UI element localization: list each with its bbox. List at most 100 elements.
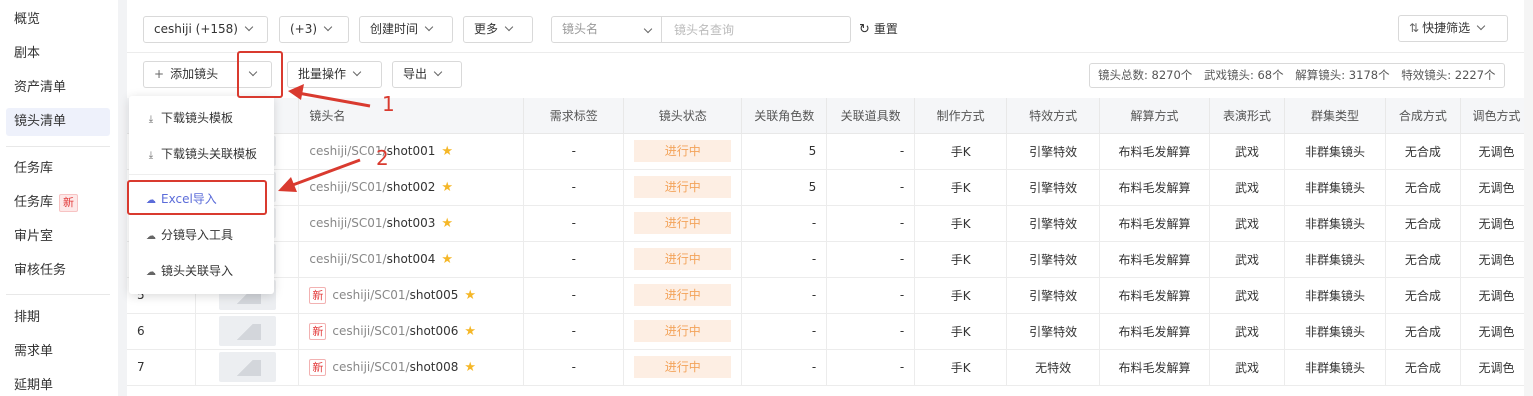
search-field-select[interactable]: 镜头名 bbox=[552, 17, 662, 42]
status-badge: 进行中 bbox=[634, 212, 732, 234]
roles-cell: - bbox=[741, 205, 828, 242]
batch-ops-button[interactable]: 批量操作 bbox=[287, 61, 382, 88]
export-label: 导出 bbox=[403, 67, 428, 81]
header-comp[interactable]: 合成方式 bbox=[1385, 98, 1461, 134]
quick-filter-button[interactable]: ⇅ 快捷筛选 bbox=[1398, 15, 1508, 42]
solve-cell: 布料毛发解算 bbox=[1099, 277, 1211, 314]
perform-cell: 武戏 bbox=[1209, 241, 1285, 278]
star-icon[interactable]: ★ bbox=[441, 252, 453, 267]
table-row[interactable]: ceshiji/SC01/shot004 ★ - 进行中 - - 手K 引擎特效 布料毛发解算武… bbox=[127, 241, 1533, 278]
header-status[interactable]: 镜头状态 bbox=[623, 98, 743, 134]
tag-cell: - bbox=[523, 205, 625, 242]
sidebar-item-shots[interactable]: 镜头清单 bbox=[6, 108, 110, 136]
solve-cell: 布料毛发解算 bbox=[1099, 241, 1211, 278]
shot-name: shot002 bbox=[386, 179, 436, 194]
stat-total: 镜头总数: 8270个 bbox=[1098, 68, 1193, 82]
header-fx[interactable]: 特效方式 bbox=[1006, 98, 1101, 134]
sidebar-item-tasks-new[interactable]: 任务库新 bbox=[6, 189, 110, 217]
status-badge: 进行中 bbox=[634, 284, 732, 306]
header-props[interactable]: 关联道具数 bbox=[826, 98, 916, 134]
star-icon[interactable]: ★ bbox=[464, 324, 476, 339]
plus-icon: + bbox=[154, 67, 165, 81]
star-icon[interactable]: ★ bbox=[441, 144, 453, 159]
search-input[interactable] bbox=[662, 17, 850, 42]
star-icon[interactable]: ★ bbox=[441, 216, 453, 231]
shot-name-cell[interactable]: 新 ceshiji/SC01/shot006 ★ bbox=[298, 313, 525, 350]
more-filter[interactable]: 更多 bbox=[463, 16, 533, 43]
header-make[interactable]: 制作方式 bbox=[914, 98, 1008, 134]
header-shot-name[interactable]: 镜头名 bbox=[298, 98, 525, 134]
props-cell: - bbox=[826, 169, 916, 206]
created-time-filter[interactable]: 创建时间 bbox=[359, 16, 453, 43]
shot-name-cell[interactable]: 新 ceshiji/SC01/shot005 ★ bbox=[298, 277, 525, 314]
menu-item-relation-import[interactable]: ☁ 镜头关联导入 bbox=[129, 256, 274, 286]
menu-item-label: 下载镜头关联模板 bbox=[161, 147, 258, 161]
image-placeholder-icon[interactable] bbox=[218, 352, 276, 382]
table-row[interactable]: ceshiji/SC01/shot001 ★ - 进行中 5- 手K 引擎特效 布料毛发解算武… bbox=[127, 133, 1533, 170]
add-shot-button[interactable]: + 添加镜头 bbox=[143, 61, 237, 88]
header-color[interactable]: 调色方式 bbox=[1460, 98, 1533, 134]
table-row[interactable]: ceshiji/SC01/shot002 ★ - 进行中 5- 手K 引擎特效 布料毛发解算武… bbox=[127, 169, 1533, 206]
chevron-down-icon bbox=[433, 67, 443, 77]
crowd-cell: 非群集镜头 bbox=[1284, 313, 1386, 350]
sidebar-item-review-room[interactable]: 审片室 bbox=[6, 223, 110, 251]
tag-cell: - bbox=[523, 349, 625, 386]
menu-item-download-relation-template[interactable]: ⤓ 下载镜头关联模板 bbox=[129, 139, 274, 169]
thumbnail-cell bbox=[195, 313, 300, 350]
shot-name-cell[interactable]: ceshiji/SC01/shot004 ★ bbox=[298, 241, 525, 278]
stat-fight: 武戏镜头: 68个 bbox=[1203, 68, 1284, 82]
table-row[interactable]: 5 新 ceshiji/SC01/shot005 ★ - 进行中 - - 手K 引擎特效 布料毛发解… bbox=[127, 277, 1533, 314]
star-icon[interactable]: ★ bbox=[441, 180, 453, 195]
crowd-cell: 非群集镜头 bbox=[1284, 169, 1386, 206]
image-placeholder-icon[interactable] bbox=[218, 316, 276, 346]
sidebar-item-overview[interactable]: 概览 bbox=[6, 6, 110, 34]
shot-path: ceshiji/SC01/ bbox=[332, 287, 410, 302]
fx-cell: 引擎特效 bbox=[1006, 169, 1101, 206]
menu-item-download-template[interactable]: ⤓ 下载镜头模板 bbox=[129, 103, 274, 133]
shot-name-cell[interactable]: ceshiji/SC01/shot003 ★ bbox=[298, 205, 525, 242]
export-button[interactable]: 导出 bbox=[392, 61, 462, 88]
crowd-cell: 非群集镜头 bbox=[1284, 133, 1386, 170]
table-header-row: 镜头名 需求标签 镜头状态 关联角色数 关联道具数 制作方式 特效方式 解算方式… bbox=[127, 98, 1533, 134]
reset-label: 重置 bbox=[873, 22, 898, 36]
table-row[interactable]: ceshiji/SC01/shot003 ★ - 进行中 - - 手K 引擎特效 布料毛发解算武… bbox=[127, 205, 1533, 242]
cloud-upload-icon: ☁ bbox=[146, 267, 156, 278]
extra-filter-label: (+3) bbox=[290, 22, 318, 36]
sidebar-item-requests[interactable]: 需求单 bbox=[6, 338, 110, 366]
sidebar-item-tasks[interactable]: 任务库 bbox=[6, 155, 110, 183]
scrollbar[interactable] bbox=[1524, 0, 1533, 396]
reset-button[interactable]: ↻ 重置 bbox=[859, 16, 898, 43]
sidebar-item-assets[interactable]: 资产清单 bbox=[6, 74, 110, 102]
tag-cell: - bbox=[523, 241, 625, 278]
header-roles[interactable]: 关联角色数 bbox=[741, 98, 828, 134]
make-cell: 手K bbox=[914, 349, 1008, 386]
tag-cell: - bbox=[523, 133, 625, 170]
table-row[interactable]: 6 新 ceshiji/SC01/shot006 ★ - 进行中 - - 手K 引擎特效 布料毛发解… bbox=[127, 313, 1533, 350]
sidebar-item-script[interactable]: 剧本 bbox=[6, 40, 110, 68]
shot-name-cell[interactable]: ceshiji/SC01/shot002 ★ bbox=[298, 169, 525, 206]
sidebar-item-delays[interactable]: 延期单 bbox=[6, 372, 110, 396]
tag-cell: - bbox=[523, 277, 625, 314]
shot-name-cell[interactable]: ceshiji/SC01/shot001 ★ bbox=[298, 133, 525, 170]
solve-cell: 布料毛发解算 bbox=[1099, 349, 1211, 386]
sidebar-item-review-tasks[interactable]: 审核任务 bbox=[6, 257, 110, 285]
star-icon[interactable]: ★ bbox=[464, 288, 476, 303]
table-row[interactable]: 7 新 ceshiji/SC01/shot008 ★ - 进行中 - - 手K 无特效 布料毛发解算… bbox=[127, 349, 1533, 386]
extra-filter[interactable]: (+3) bbox=[279, 16, 349, 43]
header-crowd[interactable]: 群集类型 bbox=[1284, 98, 1386, 134]
sidebar-item-schedule[interactable]: 排期 bbox=[6, 304, 110, 332]
annotation-number-1: 1 bbox=[382, 92, 395, 116]
header-perform[interactable]: 表演形式 bbox=[1209, 98, 1285, 134]
tag-cell: - bbox=[523, 169, 625, 206]
fx-cell: 引擎特效 bbox=[1006, 133, 1101, 170]
props-cell: - bbox=[826, 205, 916, 242]
make-cell: 手K bbox=[914, 169, 1008, 206]
project-filter[interactable]: ceshiji (+158) bbox=[143, 16, 268, 43]
star-icon[interactable]: ★ bbox=[464, 360, 476, 375]
status-badge: 进行中 bbox=[634, 356, 732, 378]
shot-name-cell[interactable]: 新 ceshiji/SC01/shot008 ★ bbox=[298, 349, 525, 386]
menu-item-storyboard-import[interactable]: ☁ 分镜导入工具 bbox=[129, 220, 274, 250]
sidebar-divider bbox=[6, 294, 110, 295]
header-tag[interactable]: 需求标签 bbox=[523, 98, 625, 134]
header-solve[interactable]: 解算方式 bbox=[1099, 98, 1211, 134]
